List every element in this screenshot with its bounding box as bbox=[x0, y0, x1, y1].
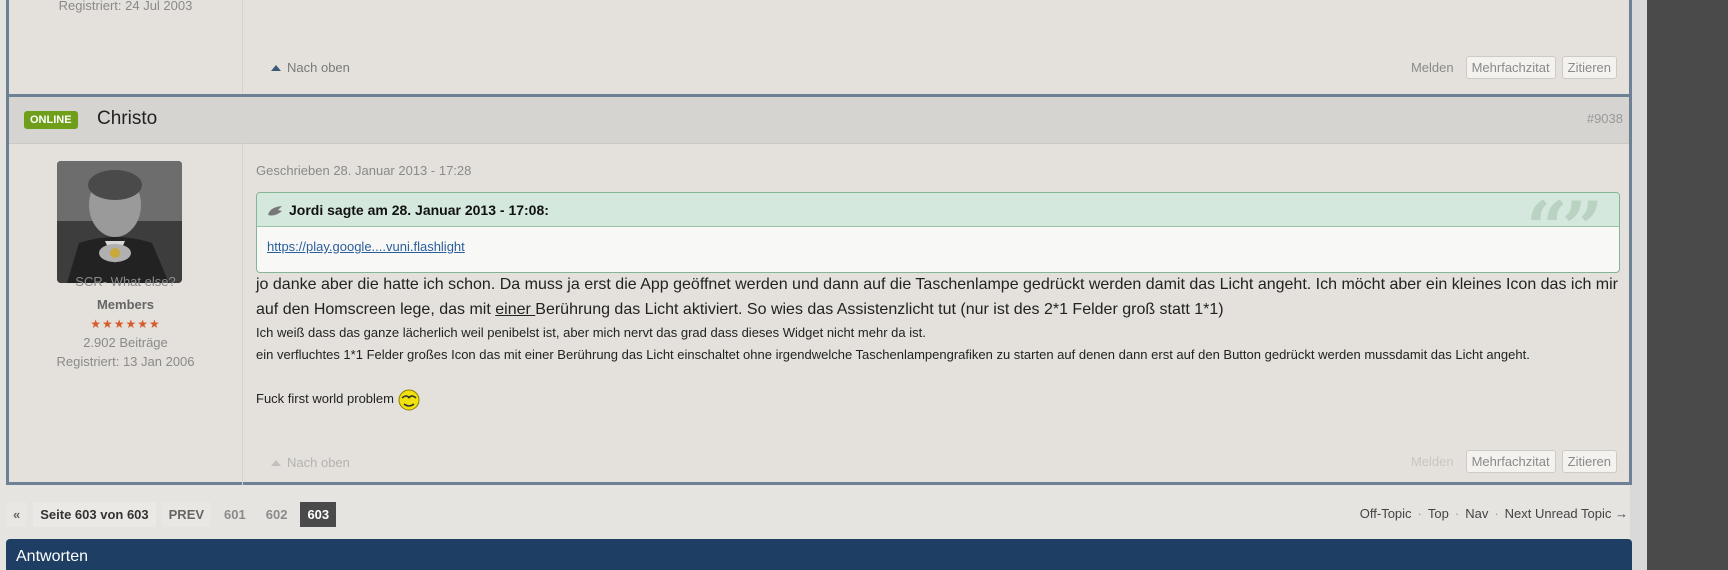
arrow-up-icon bbox=[271, 64, 281, 71]
top-link[interactable]: Top bbox=[1428, 506, 1449, 521]
page-info: Seite 603 von 603 bbox=[33, 502, 156, 527]
previous-post-actions: Melden Mehrfachzitat Zitieren bbox=[1411, 56, 1617, 79]
posts-container: Registriert: 24 Jul 2003 Nach oben Melde… bbox=[6, 0, 1632, 485]
user-rank: Members bbox=[96, 297, 155, 312]
avatar[interactable] bbox=[57, 161, 182, 283]
separator: · bbox=[1454, 506, 1460, 521]
online-badge: ONLINE bbox=[24, 111, 78, 129]
post-text-part: Fuck first world problem bbox=[256, 391, 394, 406]
quote-link[interactable]: https://play.google....vuni.flashlight bbox=[267, 239, 1619, 254]
report-link[interactable]: Melden bbox=[1411, 454, 1454, 469]
post-text-line: Fuck first world problem bbox=[256, 388, 1624, 411]
topic-navigation: Off-Topic · Top · Nav · Next Unread Topi… bbox=[1360, 506, 1628, 521]
back-to-top-link[interactable]: Nach oben bbox=[271, 60, 350, 75]
page-margin bbox=[1630, 0, 1647, 570]
back-to-top-label: Nach oben bbox=[287, 60, 350, 75]
reply-section-header[interactable]: Antworten bbox=[6, 539, 1632, 570]
avatar-photo bbox=[57, 161, 182, 283]
separator: · bbox=[1494, 506, 1499, 521]
pagination: « Seite 603 von 603 PREV 601 602 603 bbox=[6, 502, 337, 527]
quote-button[interactable]: Zitieren bbox=[1561, 56, 1617, 79]
post-text-underlined: einer bbox=[495, 301, 536, 318]
separator: · bbox=[1417, 506, 1422, 521]
post-header: ONLINE Christo #9038 bbox=[9, 97, 1629, 144]
off-topic-link[interactable]: Off-Topic bbox=[1360, 506, 1412, 521]
previous-post: Registriert: 24 Jul 2003 Nach oben Melde… bbox=[9, 0, 1629, 97]
post-number[interactable]: #9038 bbox=[1587, 111, 1623, 126]
page-603-current: 603 bbox=[300, 502, 337, 527]
user-info-column: SCR- What else? Members ★★★★★★ 2.902 Bei… bbox=[9, 143, 243, 485]
quote-marks-icon: “” bbox=[1526, 192, 1603, 270]
post-date: Geschrieben 28. Januar 2013 - 17:28 bbox=[256, 163, 472, 178]
nav-link[interactable]: Nav bbox=[1465, 506, 1488, 521]
author-name[interactable]: Christo bbox=[97, 108, 157, 130]
smiley-icon bbox=[398, 389, 420, 411]
user-signature: SCR- What else? bbox=[75, 274, 176, 289]
window-background bbox=[1647, 0, 1728, 570]
previous-post-registered: Registriert: 24 Jul 2003 bbox=[58, 0, 193, 13]
post-text-line: Ich weiß dass das ganze lächerlich weil … bbox=[256, 325, 926, 340]
quote-arrow-icon[interactable] bbox=[267, 204, 283, 216]
quote-button[interactable]: Zitieren bbox=[1561, 450, 1617, 473]
rank-stars: ★★★★★★ bbox=[90, 317, 161, 331]
user-post-count: 2.902 Beiträge bbox=[83, 335, 168, 350]
previous-post-user-column: Registriert: 24 Jul 2003 bbox=[9, 0, 243, 94]
arrow-up-icon bbox=[271, 459, 281, 466]
quote-block: Jordi sagte am 28. Januar 2013 - 17:08: … bbox=[256, 192, 1620, 273]
reply-section-title: Antworten bbox=[16, 548, 89, 565]
multiquote-button[interactable]: Mehrfachzitat bbox=[1465, 450, 1556, 473]
page-601-link[interactable]: 601 bbox=[217, 502, 253, 527]
post: ONLINE Christo #9038 SCR- What else? Mem… bbox=[9, 97, 1629, 485]
multiquote-button[interactable]: Mehrfachzitat bbox=[1465, 56, 1556, 79]
post-text-large: jo danke aber die hatte ich schon. Da mu… bbox=[256, 272, 1624, 322]
prev-page-button[interactable]: PREV bbox=[161, 502, 212, 527]
user-registered: Registriert: 13 Jan 2006 bbox=[56, 354, 195, 369]
post-content: Geschrieben 28. Januar 2013 - 17:28 Jord… bbox=[256, 143, 1626, 485]
first-page-button[interactable]: « bbox=[6, 502, 28, 527]
report-link[interactable]: Melden bbox=[1411, 60, 1454, 75]
post-actions: Melden Mehrfachzitat Zitieren bbox=[1411, 450, 1617, 473]
quote-header: Jordi sagte am 28. Januar 2013 - 17:08: … bbox=[257, 193, 1619, 270]
post-text-line: ein verfluchtes 1*1 Felder großes Icon d… bbox=[256, 347, 1530, 362]
back-to-top-label: Nach oben bbox=[287, 455, 350, 470]
back-to-top-link[interactable]: Nach oben bbox=[271, 455, 350, 470]
quote-author: Jordi sagte am 28. Januar 2013 - 17:08: bbox=[289, 201, 549, 218]
post-text-part: Berührung das Licht aktiviert. So wies d… bbox=[535, 301, 1224, 318]
next-unread-topic-link[interactable]: Next Unread Topic → bbox=[1505, 506, 1628, 521]
page-602-link[interactable]: 602 bbox=[259, 502, 295, 527]
